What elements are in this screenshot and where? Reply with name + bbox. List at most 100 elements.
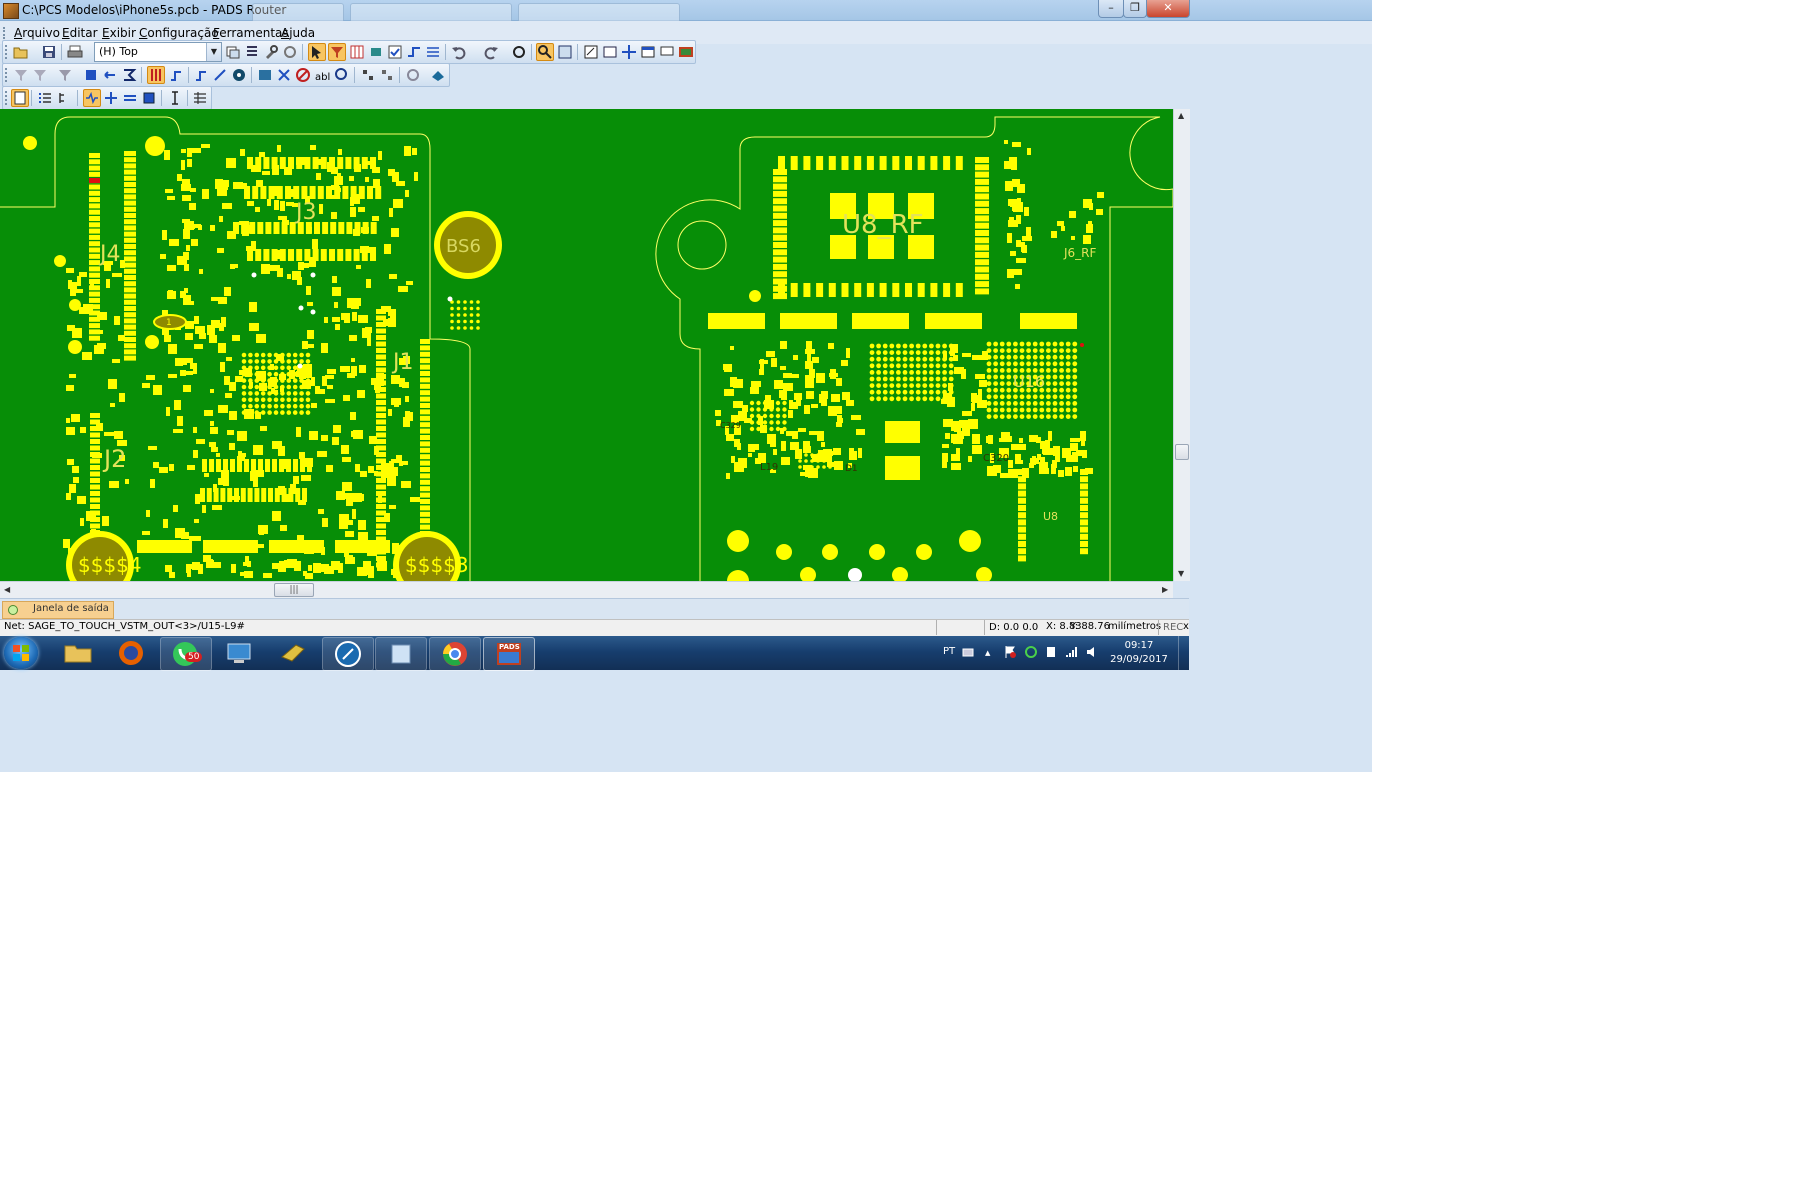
- pcb-pad[interactable]: [102, 516, 109, 526]
- pcb-pad[interactable]: [372, 167, 380, 173]
- pcb-pad[interactable]: [805, 349, 815, 354]
- pcb-pad[interactable]: [412, 148, 417, 155]
- pcb-pad-round[interactable]: [798, 465, 802, 469]
- pcb-pad[interactable]: [124, 182, 136, 187]
- pcb-pad-round[interactable]: [882, 396, 888, 402]
- pcb-pad[interactable]: [187, 465, 195, 470]
- no-entry-icon[interactable]: [295, 67, 311, 83]
- pcb-pad[interactable]: [812, 357, 819, 363]
- pcb-pad[interactable]: [404, 146, 411, 156]
- pcb-pad-round[interactable]: [1046, 381, 1051, 386]
- vertical-scroll-thumb[interactable]: [1175, 444, 1189, 460]
- scroll-up-icon[interactable]: ▲: [1178, 111, 1184, 120]
- pcb-pad-round[interactable]: [993, 368, 998, 373]
- pcb-pad-round[interactable]: [1059, 368, 1064, 373]
- pcb-pad[interactable]: [773, 278, 787, 285]
- pcb-pad[interactable]: [975, 186, 989, 193]
- pcb-pad[interactable]: [338, 149, 342, 155]
- pcb-pad[interactable]: [975, 222, 989, 229]
- pcb-pad[interactable]: [114, 431, 123, 439]
- pcb-pad-round[interactable]: [935, 383, 941, 388]
- pcb-pad[interactable]: [846, 348, 850, 358]
- pcb-pad[interactable]: [168, 374, 177, 378]
- pcb-pad-round[interactable]: [1006, 374, 1012, 380]
- pcb-pad-round[interactable]: [280, 397, 285, 403]
- pcb-pad[interactable]: [951, 463, 961, 470]
- pcb-pad-round[interactable]: [292, 410, 298, 415]
- pcb-pad[interactable]: [420, 345, 430, 351]
- pcb-pad[interactable]: [308, 565, 312, 571]
- pcb-pad-round[interactable]: [929, 363, 934, 369]
- pcb-pad-round[interactable]: [1039, 348, 1045, 353]
- pcb-pad[interactable]: [788, 410, 793, 418]
- layers-icon[interactable]: [225, 44, 241, 60]
- pcb-pad-round[interactable]: [1065, 401, 1071, 406]
- pcb-pad[interactable]: [389, 274, 397, 279]
- pcb-pad[interactable]: [230, 459, 235, 472]
- pcb-pad-round[interactable]: [280, 384, 285, 390]
- pcb-pad-round[interactable]: [267, 403, 272, 409]
- pcb-pad-round[interactable]: [267, 391, 272, 396]
- pcb-pad[interactable]: [773, 271, 787, 278]
- pcb-pad-round[interactable]: [999, 368, 1005, 373]
- pcb-pad[interactable]: [80, 518, 84, 526]
- measure-icon[interactable]: [167, 90, 183, 106]
- pcb-pad[interactable]: [293, 459, 298, 472]
- pcb-pad[interactable]: [953, 438, 963, 444]
- pcb-pad[interactable]: [89, 335, 100, 341]
- pcb-pad-round[interactable]: [993, 361, 998, 367]
- pcb-pad[interactable]: [376, 341, 386, 347]
- grid-icon[interactable]: [349, 44, 365, 60]
- pcb-pad[interactable]: [308, 344, 314, 348]
- pcb-pad[interactable]: [195, 326, 205, 334]
- pcb-pad[interactable]: [827, 462, 835, 467]
- pcb-pad-round[interactable]: [882, 356, 888, 362]
- pcb-pad-selected[interactable]: [848, 568, 862, 581]
- pcb-pad-round[interactable]: [1013, 361, 1018, 367]
- autoroute-icon[interactable]: [425, 44, 441, 60]
- pcb-pad-round[interactable]: [1065, 407, 1071, 413]
- pcb-pad[interactable]: [66, 493, 71, 500]
- pcb-pad[interactable]: [332, 287, 341, 296]
- pcb-pad[interactable]: [272, 459, 277, 472]
- pcb-pad-round[interactable]: [869, 356, 875, 362]
- pcb-pad[interactable]: [89, 209, 100, 215]
- design-rules-icon[interactable]: [11, 89, 29, 107]
- add-route-icon[interactable]: [168, 67, 184, 83]
- pcb-pad[interactable]: [240, 488, 246, 502]
- pcb-pad[interactable]: [773, 449, 777, 455]
- pcb-pad[interactable]: [376, 523, 386, 529]
- pcb-pad-round[interactable]: [749, 407, 755, 412]
- pcb-pad-round[interactable]: [1026, 407, 1031, 413]
- pcb-pad[interactable]: [1016, 240, 1021, 247]
- pcb-pad-round[interactable]: [876, 370, 881, 375]
- pcb-pad[interactable]: [258, 525, 268, 534]
- pcb-pad-round[interactable]: [292, 352, 298, 358]
- pcb-pad[interactable]: [194, 316, 199, 324]
- tree-list-icon[interactable]: [57, 90, 73, 106]
- pcb-pad[interactable]: [866, 156, 874, 170]
- pcb-pad-round[interactable]: [1059, 341, 1064, 347]
- pcb-pad-round[interactable]: [1006, 361, 1012, 367]
- dynamic-route-icon[interactable]: [193, 67, 209, 83]
- pcb-pad-round[interactable]: [1052, 374, 1058, 380]
- pcb-pad[interactable]: [89, 222, 100, 228]
- pcb-pad[interactable]: [66, 268, 74, 273]
- check-icon[interactable]: [387, 44, 403, 60]
- pcb-pad[interactable]: [368, 466, 374, 473]
- pcb-pad[interactable]: [975, 178, 989, 185]
- pcb-pad-round[interactable]: [896, 389, 901, 395]
- pcb-pad-round[interactable]: [254, 410, 260, 415]
- pcb-pad[interactable]: [790, 442, 799, 450]
- pcb-pad[interactable]: [223, 180, 229, 187]
- pcb-pad[interactable]: [229, 382, 236, 391]
- pcb-pad[interactable]: [789, 374, 799, 378]
- pcb-pad[interactable]: [90, 279, 94, 287]
- pcb-pad[interactable]: [366, 279, 371, 288]
- pcb-pad[interactable]: [280, 525, 287, 531]
- pcb-pad-round[interactable]: [869, 343, 875, 349]
- pcb-pad[interactable]: [803, 441, 810, 446]
- pcb-pad[interactable]: [1083, 199, 1092, 208]
- pcb-pad[interactable]: [816, 283, 824, 297]
- pcb-pad[interactable]: [273, 222, 280, 234]
